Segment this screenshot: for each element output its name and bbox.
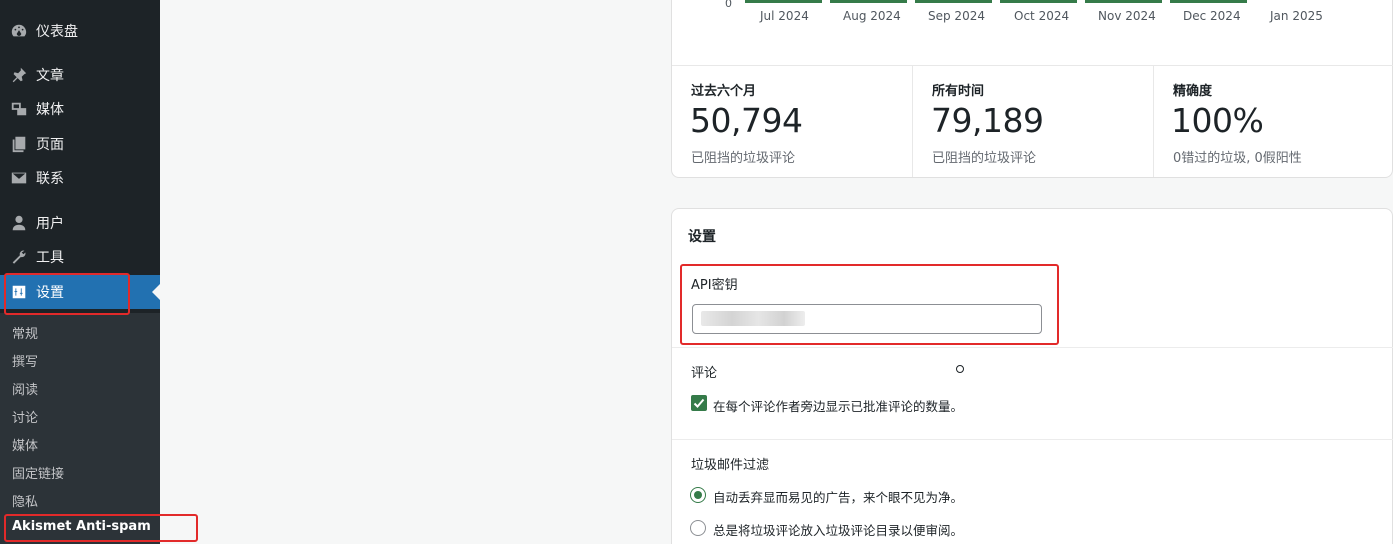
chart-bar — [745, 0, 822, 3]
x-tick-label: Aug 2024 — [843, 9, 901, 23]
stat-separator — [1153, 66, 1154, 177]
show-approved-count-label: 在每个评论作者旁边显示已批准评论的数量。 — [713, 399, 964, 414]
menu-item-dashboard[interactable]: 仪表盘 — [0, 14, 160, 48]
stat-value-six-months: 50,794 — [690, 101, 803, 140]
stat-label-all-time: 所有时间 — [932, 84, 985, 99]
submenu-privacy[interactable]: 隐私 — [12, 491, 38, 510]
chart-bar — [915, 0, 992, 3]
submenu-discussion[interactable]: 讨论 — [12, 407, 38, 426]
pin-icon — [9, 65, 29, 85]
x-tick-label: Oct 2024 — [1014, 9, 1070, 23]
settings-submenu: 常规 撰写 阅读 讨论 媒体 固定链接 隐私 Akismet Anti-spam — [0, 313, 160, 544]
stat-separator — [912, 66, 913, 177]
menu-item-users[interactable]: 用户 — [0, 206, 160, 240]
comments-label: 评论 — [691, 366, 718, 381]
stat-value-accuracy: 100% — [1171, 101, 1264, 140]
user-icon — [9, 213, 29, 233]
menu-label: 联系 — [36, 171, 64, 187]
active-menu-arrow — [152, 284, 160, 300]
stats-divider — [672, 65, 1393, 66]
menu-item-pages[interactable]: 页面 — [0, 127, 160, 161]
stat-desc-accuracy: 0错过的垃圾, 0假阳性 — [1173, 151, 1302, 166]
menu-label: 文章 — [36, 68, 64, 84]
keep-spam-label: 总是将垃圾评论放入垃圾评论目录以便审阅。 — [713, 523, 964, 538]
show-approved-count-checkbox[interactable] — [691, 395, 707, 411]
pages-icon — [9, 134, 29, 154]
discard-spam-label: 自动丢弃显而易见的广告，来个眼不见为净。 — [713, 490, 964, 505]
menu-label: 媒体 — [36, 102, 64, 118]
menu-label: 设置 — [36, 285, 64, 301]
menu-item-tools[interactable]: 工具 — [0, 240, 160, 274]
y-axis-zero-label: 0 — [725, 0, 732, 10]
x-tick-label: Sep 2024 — [928, 9, 985, 23]
chart-bar — [1170, 0, 1247, 3]
media-icon — [9, 99, 29, 119]
dashboard-icon — [9, 21, 29, 41]
stat-desc-six-months: 已阻挡的垃圾评论 — [691, 151, 796, 166]
mail-icon — [9, 168, 29, 188]
menu-label: 页面 — [36, 137, 64, 153]
submenu-general[interactable]: 常规 — [12, 323, 38, 342]
keep-spam-radio[interactable] — [690, 520, 706, 536]
row-separator — [672, 347, 1393, 348]
submenu-media[interactable]: 媒体 — [12, 435, 38, 454]
checkmark-icon — [693, 398, 705, 408]
submenu-akismet[interactable]: Akismet Anti-spam — [12, 519, 151, 534]
submenu-reading[interactable]: 阅读 — [12, 379, 38, 398]
chart-bar — [1085, 0, 1162, 3]
discard-spam-radio[interactable] — [690, 487, 706, 503]
api-key-label: API密钥 — [691, 278, 738, 293]
x-tick-label: Dec 2024 — [1183, 9, 1241, 23]
settings-title: 设置 — [688, 229, 716, 245]
menu-item-posts[interactable]: 文章 — [0, 58, 160, 92]
menu-item-settings[interactable]: 设置 — [0, 275, 160, 309]
admin-sidebar: 仪表盘 文章 媒体 页面 联系 用户 工具 设置 常规 撰写 阅读 讨论 媒体 … — [0, 0, 160, 544]
chart-bar — [1000, 0, 1077, 3]
wrench-icon — [9, 247, 29, 267]
menu-item-media[interactable]: 媒体 — [0, 92, 160, 126]
menu-label: 工具 — [36, 250, 64, 266]
menu-label: 用户 — [36, 216, 64, 232]
stat-value-all-time: 79,189 — [931, 101, 1044, 140]
stat-desc-all-time: 已阻挡的垃圾评论 — [932, 151, 1037, 166]
api-key-redacted — [701, 311, 805, 326]
chart-bar — [830, 0, 907, 3]
stat-label-six-months: 过去六个月 — [691, 84, 757, 99]
x-tick-label: Jul 2024 — [760, 9, 809, 23]
stat-label-accuracy: 精确度 — [1173, 84, 1213, 99]
settings-icon — [9, 282, 29, 302]
mouse-cursor — [956, 365, 964, 373]
submenu-permalinks[interactable]: 固定链接 — [12, 463, 64, 482]
submenu-writing[interactable]: 撰写 — [12, 351, 38, 370]
menu-item-contact[interactable]: 联系 — [0, 161, 160, 195]
x-tick-label: Jan 2025 — [1270, 9, 1323, 23]
x-tick-label: Nov 2024 — [1098, 9, 1156, 23]
row-separator — [672, 439, 1393, 440]
menu-label: 仪表盘 — [36, 24, 78, 40]
spam-filter-label: 垃圾邮件过滤 — [691, 458, 770, 473]
